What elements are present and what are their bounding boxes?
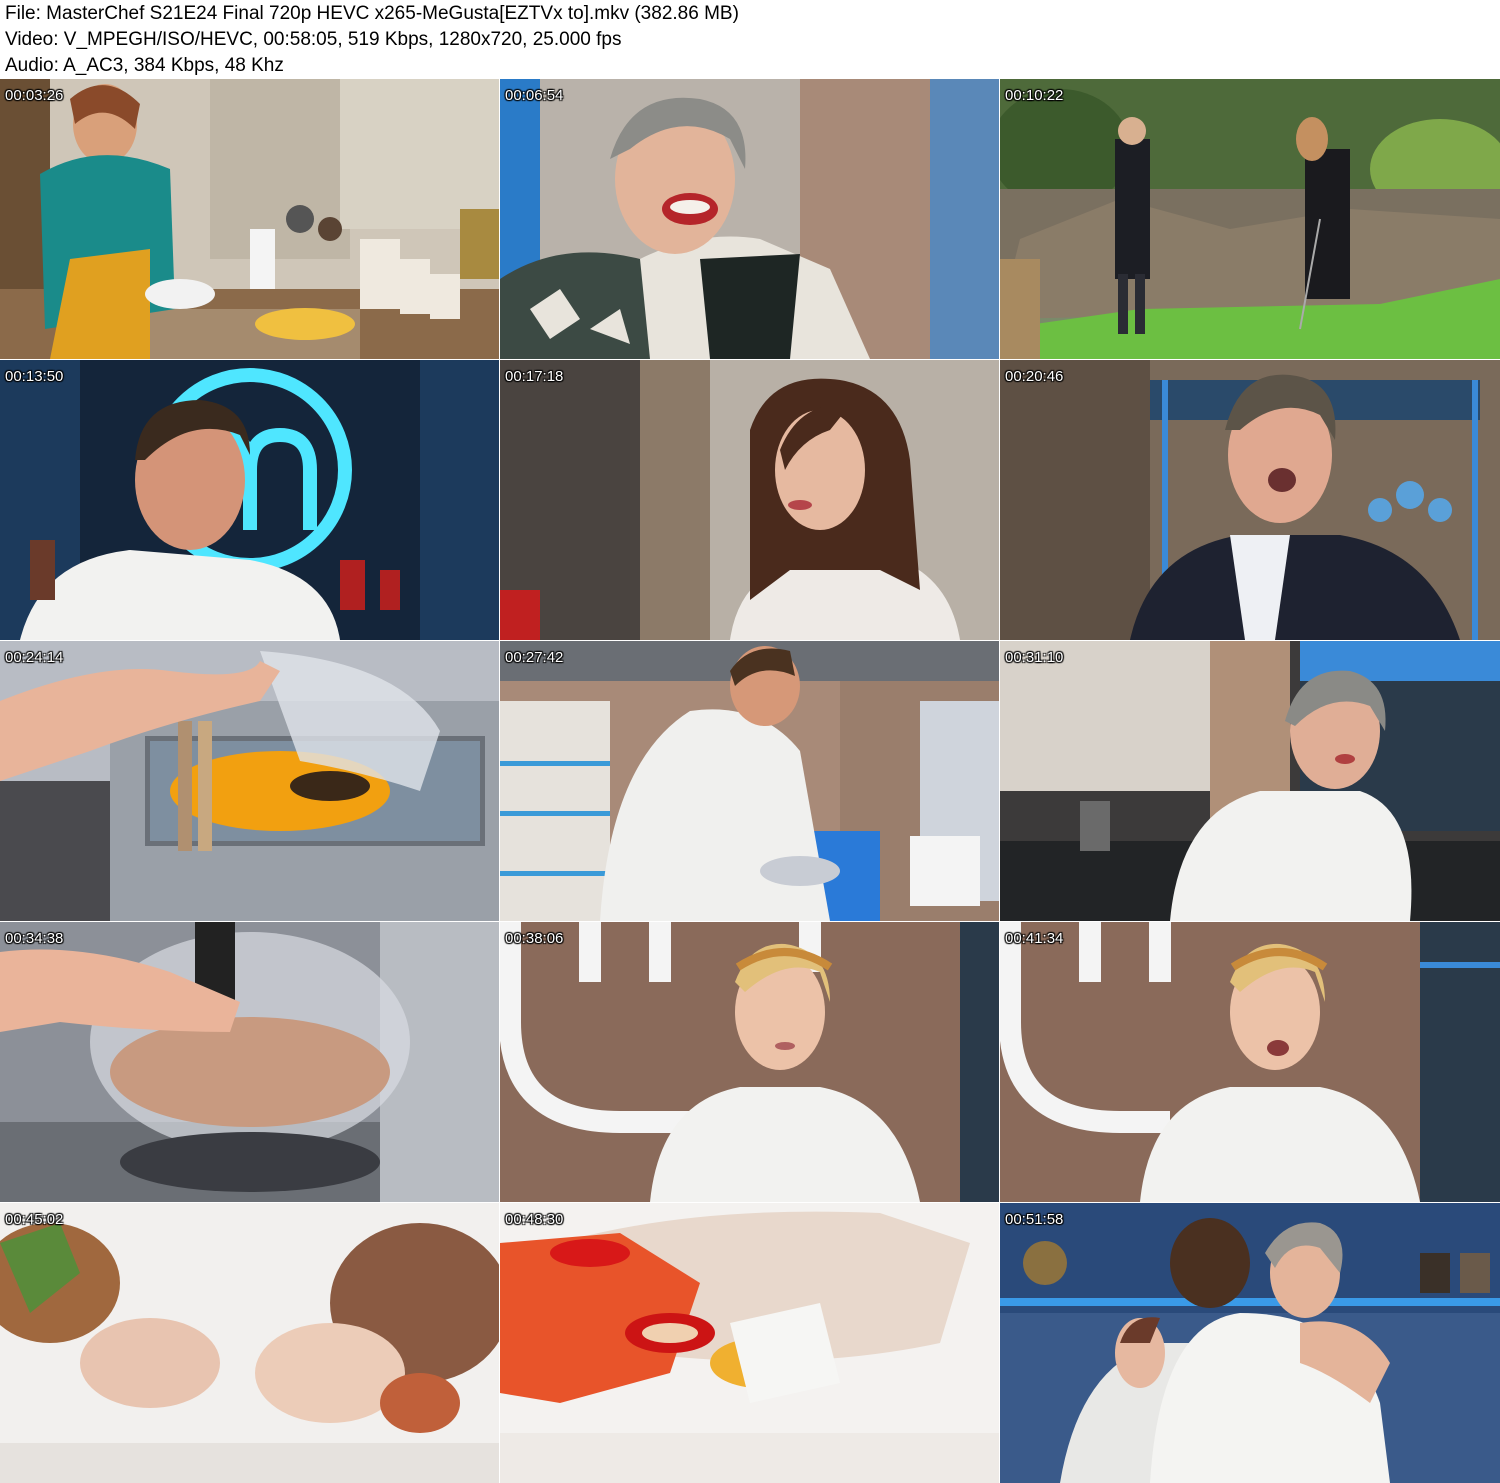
thumbnail-timestamp: 00:10:22 <box>1005 87 1064 104</box>
thumbnail-frame: 00:20:46 <box>1000 360 1500 640</box>
frame-image <box>500 79 999 359</box>
thumbnail-frame: 00:45:02 <box>0 1203 499 1483</box>
video-info-line: Video: V_MPEGH/ISO/HEVC, 00:58:05, 519 K… <box>5 29 622 50</box>
thumbnail-frame: 00:27:42 <box>500 641 999 921</box>
thumbnail-frame: 00:17:18 <box>500 360 999 640</box>
thumbnail-frame: 00:13:50 <box>0 360 499 640</box>
thumbnail-frame: 00:51:58 <box>1000 1203 1500 1483</box>
thumbnail-frame: 00:24:14 <box>0 641 499 921</box>
frame-image <box>500 641 999 921</box>
thumbnail-timestamp: 00:27:42 <box>505 649 564 666</box>
audio-info-line: Audio: A_AC3, 384 Kbps, 48 Khz <box>5 55 284 76</box>
frame-image <box>1000 1203 1500 1483</box>
thumbnail-timestamp: 00:51:58 <box>1005 1211 1064 1228</box>
thumbnail-timestamp: 00:31:10 <box>1005 649 1064 666</box>
frame-image <box>0 79 499 359</box>
thumbnail-frame: 00:03:26 <box>0 79 499 359</box>
thumbnail-timestamp: 00:48:30 <box>505 1211 564 1228</box>
frame-image <box>500 1203 999 1483</box>
thumbnail-frame: 00:41:34 <box>1000 922 1500 1202</box>
file-name-line: File: MasterChef S21E24 Final 720p HEVC … <box>5 3 739 24</box>
thumbnail-timestamp: 00:06:54 <box>505 87 564 104</box>
thumbnail-grid: 00:03:26 00:06:54 00:10:22 00:13:50 00:1… <box>0 79 1500 1483</box>
thumbnail-frame: 00:31:10 <box>1000 641 1500 921</box>
thumbnail-frame: 00:48:30 <box>500 1203 999 1483</box>
thumbnail-timestamp: 00:45:02 <box>5 1211 64 1228</box>
thumbnail-frame: 00:34:38 <box>0 922 499 1202</box>
frame-image <box>0 360 499 640</box>
thumbnail-frame: 00:06:54 <box>500 79 999 359</box>
frame-image <box>1000 79 1500 359</box>
thumbnail-frame: 00:38:06 <box>500 922 999 1202</box>
frame-image <box>0 641 499 921</box>
frame-image <box>1000 922 1500 1202</box>
thumbnail-timestamp: 00:38:06 <box>505 930 564 947</box>
frame-image <box>1000 360 1500 640</box>
thumbnail-timestamp: 00:34:38 <box>5 930 64 947</box>
frame-image <box>500 360 999 640</box>
file-info-header: File: MasterChef S21E24 Final 720p HEVC … <box>0 0 1500 79</box>
thumbnail-timestamp: 00:41:34 <box>1005 930 1064 947</box>
thumbnail-timestamp: 00:17:18 <box>505 368 564 385</box>
thumbnail-timestamp: 00:24:14 <box>5 649 64 666</box>
frame-image <box>0 922 499 1202</box>
thumbnail-frame: 00:10:22 <box>1000 79 1500 359</box>
frame-image <box>0 1203 499 1483</box>
frame-image <box>1000 641 1500 921</box>
frame-image <box>500 922 999 1202</box>
thumbnail-timestamp: 00:03:26 <box>5 87 64 104</box>
thumbnail-timestamp: 00:13:50 <box>5 368 64 385</box>
thumbnail-timestamp: 00:20:46 <box>1005 368 1064 385</box>
